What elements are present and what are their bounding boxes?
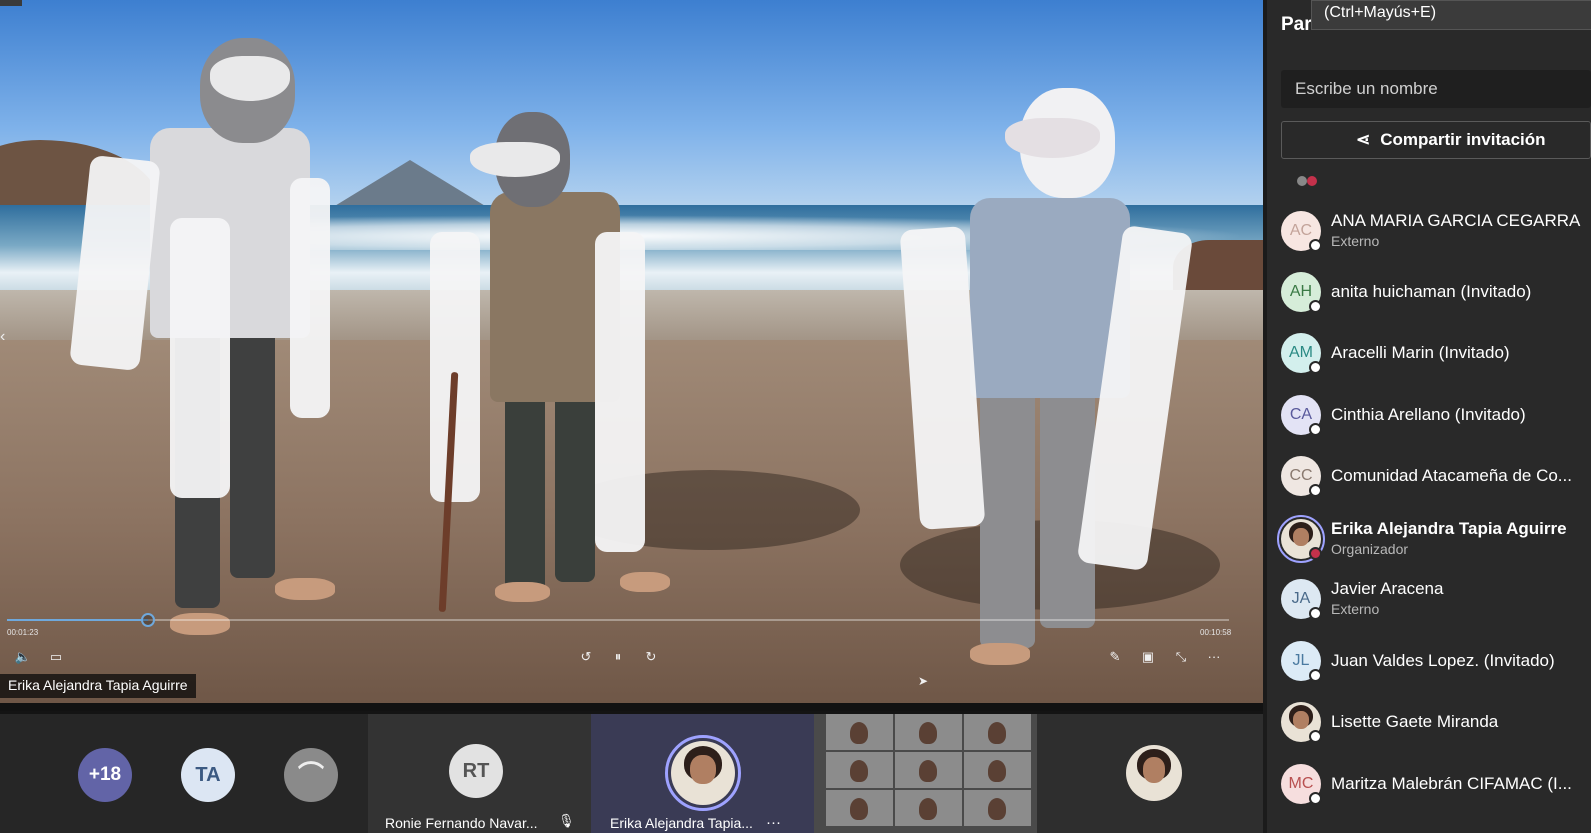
- gallery-tile-ronie[interactable]: RT Ronie Fernando Navar... 🎙: [368, 714, 591, 833]
- partial-list-item: [1297, 176, 1321, 188]
- participant-name: Erika Alejandra Tapia Aguirre: [1331, 519, 1567, 538]
- gallery-tile-name: Ronie Fernando Navar...: [385, 815, 538, 831]
- collapse-icon[interactable]: ⤡: [1172, 648, 1190, 666]
- gallery-tile-room-video[interactable]: [814, 714, 1037, 833]
- share-invite-label: Compartir invitación: [1380, 130, 1546, 149]
- more-options-icon[interactable]: ···: [1205, 648, 1223, 666]
- presence-status-icon: [1309, 730, 1322, 743]
- participant-name: Javier Aracena: [1331, 579, 1444, 598]
- rewind-10-icon[interactable]: ↺: [577, 648, 595, 666]
- window-corner-chip: [0, 0, 22, 6]
- video-progress-bar[interactable]: [7, 613, 1229, 627]
- panel-title: Par: [1281, 14, 1312, 35]
- gallery-avatar-group: +18 TA ⌒: [0, 714, 368, 833]
- presence-status-icon: [1309, 239, 1322, 252]
- participant-name: Lisette Gaete Miranda: [1331, 712, 1499, 731]
- participant-name: ANA MARIA GARCIA CEGARRA: [1331, 211, 1581, 230]
- participant-name: Maritza Malebrán CIFAMAC (I...: [1331, 774, 1572, 793]
- participant-gallery: +18 TA ⌒ RT Ronie Fernando Navar... 🎙 Er…: [0, 703, 1263, 833]
- gallery-tile-name: Erika Alejandra Tapia...: [610, 815, 753, 831]
- participant-name: Comunidad Atacameña de Co...: [1331, 466, 1572, 485]
- participant-search-input[interactable]: [1281, 70, 1591, 108]
- participant-role: Organizador: [1331, 541, 1409, 557]
- video-progress-fill: [7, 619, 148, 621]
- costumed-dancer-right: [899, 88, 1194, 668]
- participant-role: Externo: [1331, 233, 1380, 249]
- gallery-divider: [0, 703, 1263, 711]
- more-options-icon[interactable]: ···: [766, 814, 781, 831]
- picture-in-picture-icon[interactable]: ▣: [1139, 648, 1157, 666]
- participant-row[interactable]: AM Aracelli Marin (Invitado): [1281, 326, 1591, 384]
- participant-name: Aracelli Marin (Invitado): [1331, 343, 1510, 362]
- generic-person-icon[interactable]: ⌒: [284, 748, 338, 802]
- pen-icon[interactable]: ✎: [1106, 648, 1124, 666]
- mouse-cursor-icon: ➤: [917, 674, 929, 688]
- participant-row[interactable]: AH anita huichaman (Invitado): [1281, 265, 1591, 323]
- participant-name: anita huichaman (Invitado): [1331, 282, 1532, 301]
- presenter-name-label: Erika Alejandra Tapia Aguirre: [0, 674, 196, 698]
- room-video-grid: [826, 714, 1031, 826]
- participant-row[interactable]: Lisette Gaete Miranda: [1281, 695, 1591, 753]
- avatar-participant-photo: [1126, 745, 1182, 801]
- presence-status-icon: [1309, 792, 1322, 805]
- presence-status-icon: [1309, 300, 1322, 313]
- mic-muted-icon: 🎙: [558, 813, 575, 828]
- avatar-erika-photo: [671, 741, 735, 805]
- keyboard-shortcut-tooltip: (Ctrl+Mayús+E): [1311, 0, 1591, 30]
- participant-row[interactable]: AC ANA MARIA GARCIA CEGARRA Externo: [1281, 204, 1591, 262]
- costumed-dancer-center: [430, 112, 670, 613]
- participant-row[interactable]: JL Juan Valdes Lopez. (Invitado): [1281, 634, 1591, 692]
- presence-status-icon: [1309, 607, 1322, 620]
- participant-row[interactable]: CA Cinthia Arellano (Invitado): [1281, 388, 1591, 446]
- share-icon: ⋖: [1356, 130, 1371, 149]
- gallery-tile-erika[interactable]: Erika Alejandra Tapia... ···: [591, 714, 814, 833]
- do-not-disturb-icon: [1309, 547, 1322, 560]
- presence-status-icon: [1309, 669, 1322, 682]
- overflow-participants-button[interactable]: +18: [78, 748, 132, 802]
- participant-name: Juan Valdes Lopez. (Invitado): [1331, 651, 1555, 670]
- captions-icon[interactable]: ▭: [47, 648, 65, 666]
- participant-name: Cinthia Arellano (Invitado): [1331, 405, 1526, 424]
- presence-status-icon: [1309, 423, 1322, 436]
- avatar-ta[interactable]: TA: [181, 748, 235, 802]
- time-elapsed: 00:01:23: [7, 628, 39, 637]
- participant-role: Externo: [1331, 601, 1380, 617]
- participant-row[interactable]: CC Comunidad Atacameña de Co...: [1281, 449, 1591, 507]
- forward-30-icon[interactable]: ↻: [642, 648, 660, 666]
- volume-icon[interactable]: 🔈: [14, 648, 32, 666]
- share-invite-button[interactable]: ⋖ Compartir invitación: [1281, 121, 1591, 159]
- gallery-tile-photo[interactable]: [1037, 714, 1263, 833]
- presence-status-icon: [1309, 361, 1322, 374]
- time-total: 00:10:58: [1200, 628, 1232, 637]
- pause-icon[interactable]: ⏸: [609, 648, 627, 666]
- participant-row[interactable]: Erika Alejandra Tapia Aguirre Organizador: [1277, 512, 1591, 570]
- shared-video-stage[interactable]: ‹ 00:01:23 00:10:58 🔈 ▭ ↺ ⏸ ↻ ✎ ▣ ⤡ ··· …: [0, 0, 1263, 703]
- participant-row[interactable]: MC Maritza Malebrán CIFAMAC (I...: [1281, 757, 1591, 815]
- video-progress-handle[interactable]: [140, 613, 155, 627]
- presence-status-icon: [1309, 484, 1322, 497]
- avatar-rt: RT: [449, 744, 503, 798]
- participants-panel: Par (Ctrl+Mayús+E) ⋖ Compartir invitació…: [1263, 0, 1591, 833]
- participant-row[interactable]: JA Javier Aracena Externo: [1281, 572, 1591, 630]
- costumed-dancer-left: [69, 38, 340, 658]
- chevron-left-icon[interactable]: ‹: [0, 328, 5, 346]
